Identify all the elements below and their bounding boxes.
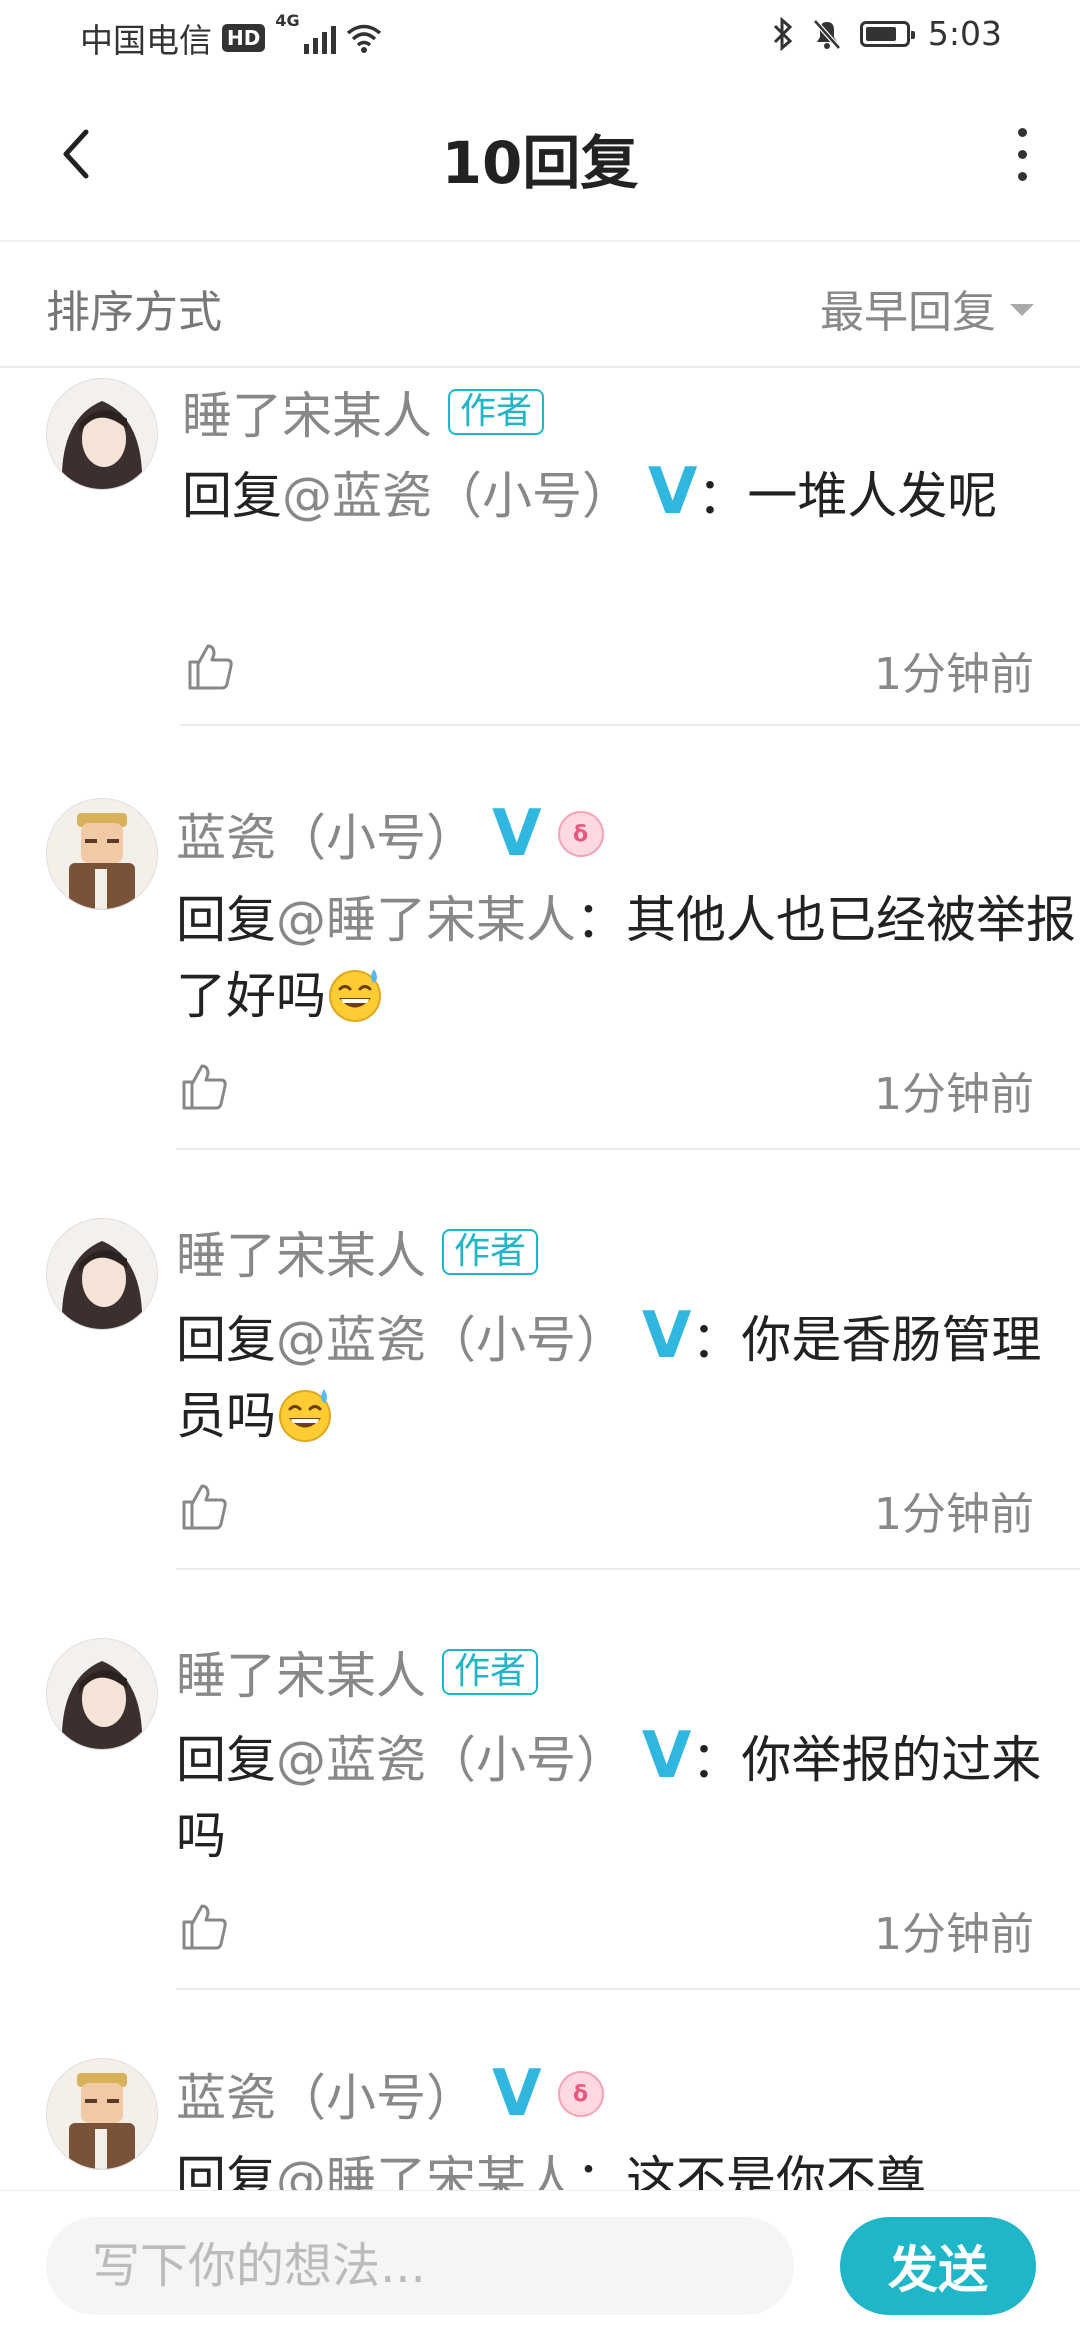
avatar[interactable]: [46, 378, 158, 490]
username[interactable]: 睡了宋某人: [176, 1216, 426, 1288]
divider: [176, 1988, 1080, 1990]
author-tag: 作者: [448, 389, 545, 435]
thumbs-up-icon[interactable]: [176, 1058, 232, 1114]
more-button[interactable]: [992, 114, 1052, 194]
timestamp: 1分钟前: [874, 649, 1034, 700]
verified-badge: V: [492, 797, 542, 871]
battery-icon: [859, 20, 915, 47]
avatar[interactable]: [46, 2058, 158, 2170]
reply-content: 回复@蓝瓷（小号） V：一堆人发呢: [182, 458, 1080, 534]
sort-bar: 排序方式 最早回复: [0, 242, 1080, 368]
divider: [176, 1568, 1080, 1570]
user-avatar-cartoon: [47, 2059, 157, 2169]
timestamp: 1分钟前: [874, 1069, 1034, 1120]
reply-prefix: 回复: [176, 891, 276, 949]
send-button[interactable]: 发送: [840, 2217, 1036, 2315]
user-avatar-girl: [47, 1219, 157, 1329]
author-tag: 作者: [442, 1649, 539, 1695]
reply-content: 回复@睡了宋某人：其他人也已经被举报了好吗: [176, 882, 1076, 1034]
caret-down-icon: [1010, 304, 1034, 316]
signal-icon: [303, 22, 336, 54]
status-right: 5:03: [772, 14, 1002, 53]
reply-item: 睡了宋某人 作者 回复@蓝瓷（小号） V：一堆人发呢 1分钟前: [0, 368, 1080, 788]
page-title: 10回复: [441, 129, 639, 197]
thumbs-up-icon[interactable]: [176, 1898, 232, 1954]
hd-icon: HD: [222, 24, 266, 52]
comment-composer: 发送: [0, 2190, 1080, 2341]
reply-item: 睡了宋某人 作者 回复@蓝瓷（小号） V：你举报的过来吗 1分钟前: [0, 1628, 1080, 2048]
reply-text: ：一堆人发呢: [697, 467, 998, 525]
level-badge-icon: δ: [557, 811, 604, 857]
reply-item: 蓝瓷（小号） V δ 回复@睡了宋某人：其他人也已经被举报了好吗 1分钟前: [0, 788, 1080, 1208]
reply-content: 回复@睡了宋某人：这不是你不尊: [176, 2142, 1076, 2190]
thumbs-up-icon[interactable]: [176, 1478, 232, 1534]
reply-text: ：这不是你不尊: [576, 2151, 926, 2190]
reply-content: 回复@蓝瓷（小号） V：你是香肠管理员吗: [176, 1302, 1076, 1454]
reply-prefix: 回复: [176, 1311, 276, 1369]
avatar[interactable]: [46, 1638, 158, 1750]
level-badge-icon: δ: [557, 2071, 604, 2117]
bell-off-icon: [813, 18, 841, 50]
mention-link[interactable]: @睡了宋某人: [276, 2151, 576, 2190]
status-left: 中国电信 HD 4G: [80, 11, 382, 62]
reply-content: 回复@蓝瓷（小号） V：你举报的过来吗: [176, 1722, 1076, 1874]
username[interactable]: 蓝瓷（小号）: [176, 2058, 476, 2130]
sweat-smile-emoji: [279, 1389, 331, 1442]
sort-label: 排序方式: [46, 287, 222, 338]
header: 10回复: [0, 76, 1080, 242]
divider: [180, 724, 1080, 726]
user-avatar-cartoon: [47, 799, 157, 909]
mention-link[interactable]: @蓝瓷（小号）: [282, 467, 632, 525]
comment-input[interactable]: [46, 2217, 794, 2315]
reply-prefix: 回复: [182, 467, 282, 525]
reply-item: 睡了宋某人 作者 回复@蓝瓷（小号） V：你是香肠管理员吗 1分钟前: [0, 1208, 1080, 1628]
wifi-icon: [346, 24, 381, 53]
verified-badge: V: [641, 1299, 692, 1373]
sort-value: 最早回复: [820, 287, 996, 338]
clock: 5:03: [927, 14, 1002, 53]
username[interactable]: 睡了宋某人: [182, 376, 432, 448]
timestamp: 1分钟前: [874, 1489, 1034, 1540]
reply-item: 蓝瓷（小号） V δ 回复@睡了宋某人：这不是你不尊: [0, 2048, 1080, 2190]
verified-badge: V: [492, 2057, 542, 2131]
avatar[interactable]: [46, 1218, 158, 1330]
mention-link[interactable]: @蓝瓷（小号）: [276, 1731, 626, 1789]
author-tag: 作者: [442, 1229, 539, 1275]
user-avatar-girl: [47, 379, 157, 489]
verified-badge: V: [641, 1719, 692, 1793]
status-bar: 中国电信 HD 4G 5:03: [0, 0, 1080, 76]
divider: [176, 1148, 1080, 1150]
reply-prefix: 回复: [176, 1731, 276, 1789]
network-type: 4G: [275, 11, 300, 30]
mention-link[interactable]: @睡了宋某人: [276, 891, 576, 949]
thumbs-up-icon[interactable]: [182, 638, 238, 694]
verified-badge: V: [647, 455, 698, 529]
sort-dropdown[interactable]: 最早回复: [820, 276, 1034, 340]
username[interactable]: 蓝瓷（小号）: [176, 798, 476, 870]
reply-list[interactable]: 睡了宋某人 作者 回复@蓝瓷（小号） V：一堆人发呢 1分钟前 蓝瓷（小号） V…: [0, 368, 1080, 2190]
username[interactable]: 睡了宋某人: [176, 1636, 426, 1708]
more-vertical-icon: [1017, 127, 1027, 181]
sweat-smile-emoji: [329, 969, 381, 1022]
user-avatar-girl: [47, 1639, 157, 1749]
avatar[interactable]: [46, 798, 158, 910]
bluetooth-icon: [773, 16, 793, 51]
mention-link[interactable]: @蓝瓷（小号）: [276, 1311, 626, 1369]
carrier-name: 中国电信: [80, 21, 212, 60]
reply-prefix: 回复: [176, 2151, 276, 2190]
timestamp: 1分钟前: [874, 1909, 1034, 1960]
